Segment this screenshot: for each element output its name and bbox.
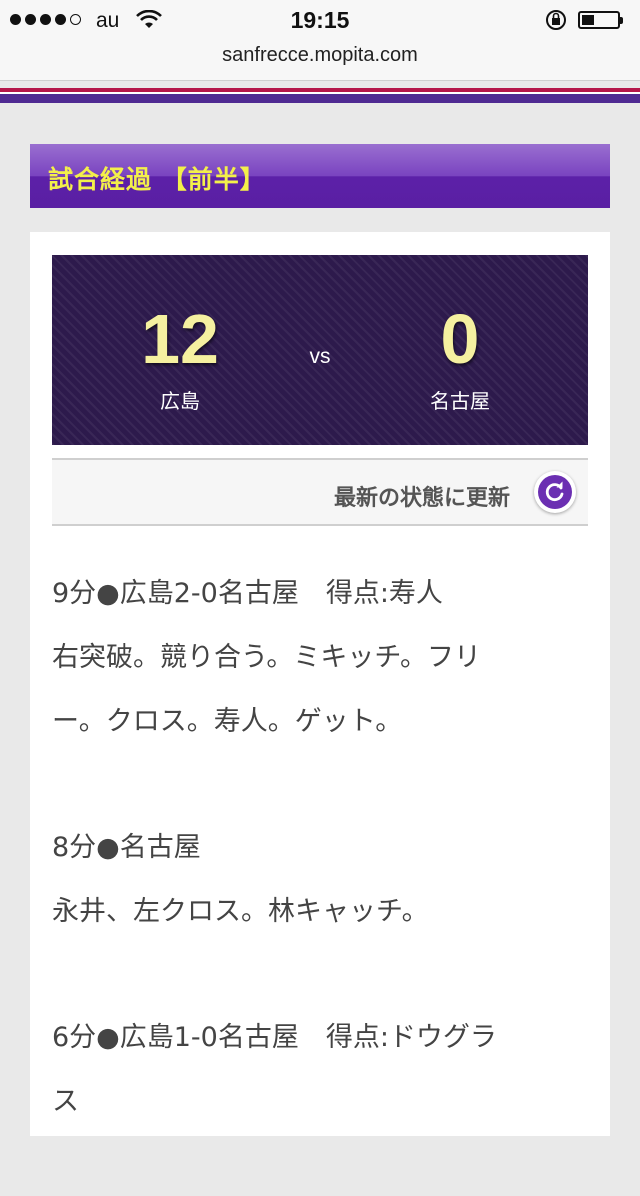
feed-entry-line: 9分●広島2-0名古屋 得点:寿人 bbox=[52, 578, 443, 609]
url-bar[interactable]: sanfrecce.mopita.com bbox=[0, 40, 640, 81]
match-progress-card: 12 vs 0 広島 名古屋 最新の状態に更新 9分●広島2-0名古屋 得点:寿… bbox=[30, 232, 610, 1136]
home-team-name: 広島 bbox=[160, 389, 200, 413]
refresh-arrow-icon bbox=[545, 481, 564, 501]
away-score: 0 bbox=[440, 300, 480, 378]
refresh-button[interactable] bbox=[534, 471, 576, 513]
feed-entry: 6分●広島1-0名古屋 得点:ドウグラス bbox=[52, 1006, 588, 1134]
feed-entry: 9分●広島2-0名古屋 得点:寿人右突破。競り合う。ミキッチ。フリ ー。クロス。寿… bbox=[52, 562, 588, 754]
vs-label: vs bbox=[309, 345, 331, 368]
scoreboard: 12 vs 0 広島 名古屋 bbox=[52, 255, 588, 445]
section-title: 試合経過 【前半】 bbox=[48, 165, 266, 194]
refresh-label[interactable]: 最新の状態に更新 bbox=[334, 480, 510, 512]
feed-entry-line: 8分●名古屋 bbox=[52, 832, 201, 863]
home-score: 12 bbox=[141, 300, 219, 378]
feed-entry-line: 右突破。競り合う。ミキッチ。フリ bbox=[52, 642, 482, 673]
feed-entry-line: 永井、左クロス。林キャッチ。 bbox=[52, 896, 429, 927]
rotation-lock-icon bbox=[544, 9, 568, 35]
feed-entry: 8分●名古屋永井、左クロス。林キャッチ。 bbox=[52, 816, 588, 944]
away-team-name: 名古屋 bbox=[430, 389, 490, 413]
feed-entry-line: ス bbox=[52, 1086, 79, 1117]
feed-entry-line: ー。クロス。寿人。ゲット。 bbox=[52, 706, 403, 737]
battery-level bbox=[582, 15, 594, 25]
battery-icon bbox=[578, 11, 623, 29]
feed-entry-line: 6分●広島1-0名古屋 得点:ドウグラ bbox=[52, 1022, 497, 1053]
header-stripe-purple bbox=[0, 94, 640, 103]
status-bar: au 19:15 bbox=[0, 0, 640, 40]
match-event-feed: 9分●広島2-0名古屋 得点:寿人右突破。競り合う。ミキッチ。フリ ー。クロス。寿… bbox=[52, 562, 588, 1196]
refresh-bar[interactable]: 最新の状態に更新 bbox=[52, 458, 588, 526]
section-header: 試合経過 【前半】 bbox=[30, 144, 610, 208]
